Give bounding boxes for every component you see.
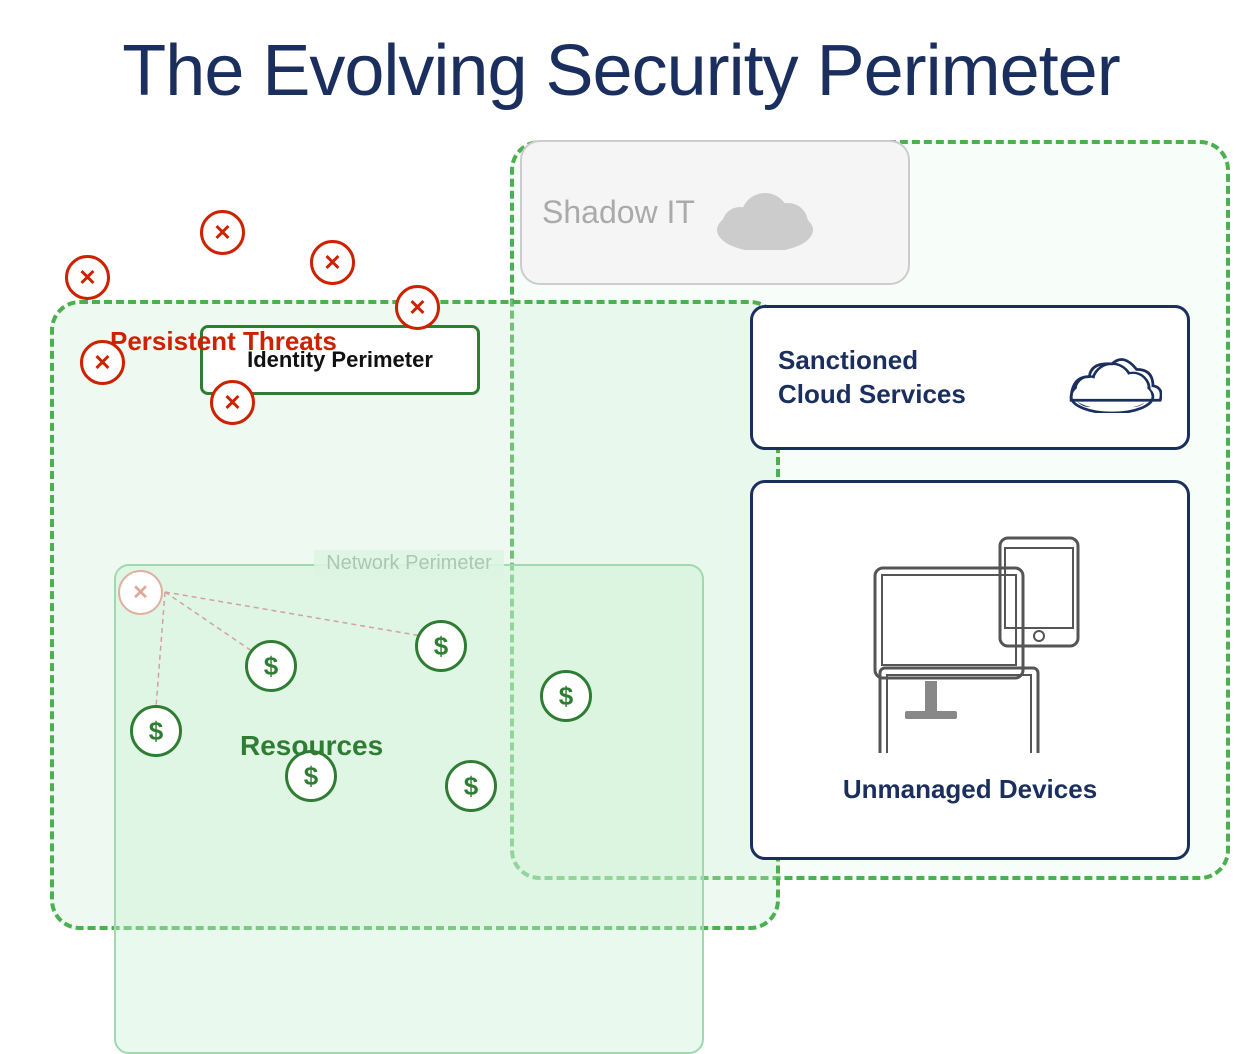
device-laptop-icon	[860, 663, 1060, 753]
threats-label: Persistent Threats	[110, 325, 337, 359]
threat-icon-4: ✕	[395, 285, 440, 330]
shadow-it-cloud-icon	[710, 175, 820, 250]
threat-icon-6: ✕	[210, 380, 255, 425]
sanctioned-cloud-icon	[1062, 343, 1162, 413]
resource-icon-2: $	[415, 620, 467, 672]
threat-icon-1: ✕	[65, 255, 110, 300]
sanctioned-cloud-box: SanctionedCloud Services	[750, 305, 1190, 450]
unmanaged-devices-box: Unmanaged Devices	[750, 480, 1190, 860]
network-perimeter-label: Network Perimeter	[314, 550, 504, 577]
resources-label: Resources	[240, 730, 383, 762]
threat-icon-2: ✕	[200, 210, 245, 255]
threat-icon-5: ✕	[80, 340, 125, 385]
shadow-it-box: Shadow IT	[520, 140, 910, 285]
resource-icon-1: $	[245, 640, 297, 692]
page-title: The Evolving Security Perimeter	[0, 0, 1242, 112]
diagram-area: Shadow IT Network Perimeter Identity Per…	[30, 130, 1212, 912]
resource-icon-4: $	[130, 705, 182, 757]
resource-icon-6: $	[445, 760, 497, 812]
threat-icon-faded: ✕	[118, 570, 163, 615]
unmanaged-devices-label: Unmanaged Devices	[843, 773, 1097, 807]
sanctioned-cloud-label: SanctionedCloud Services	[778, 344, 966, 412]
shadow-it-label: Shadow IT	[542, 194, 695, 231]
resource-icon-3: $	[540, 670, 592, 722]
network-perimeter-box: Network Perimeter	[114, 564, 704, 1054]
threat-icon-3: ✕	[310, 240, 355, 285]
